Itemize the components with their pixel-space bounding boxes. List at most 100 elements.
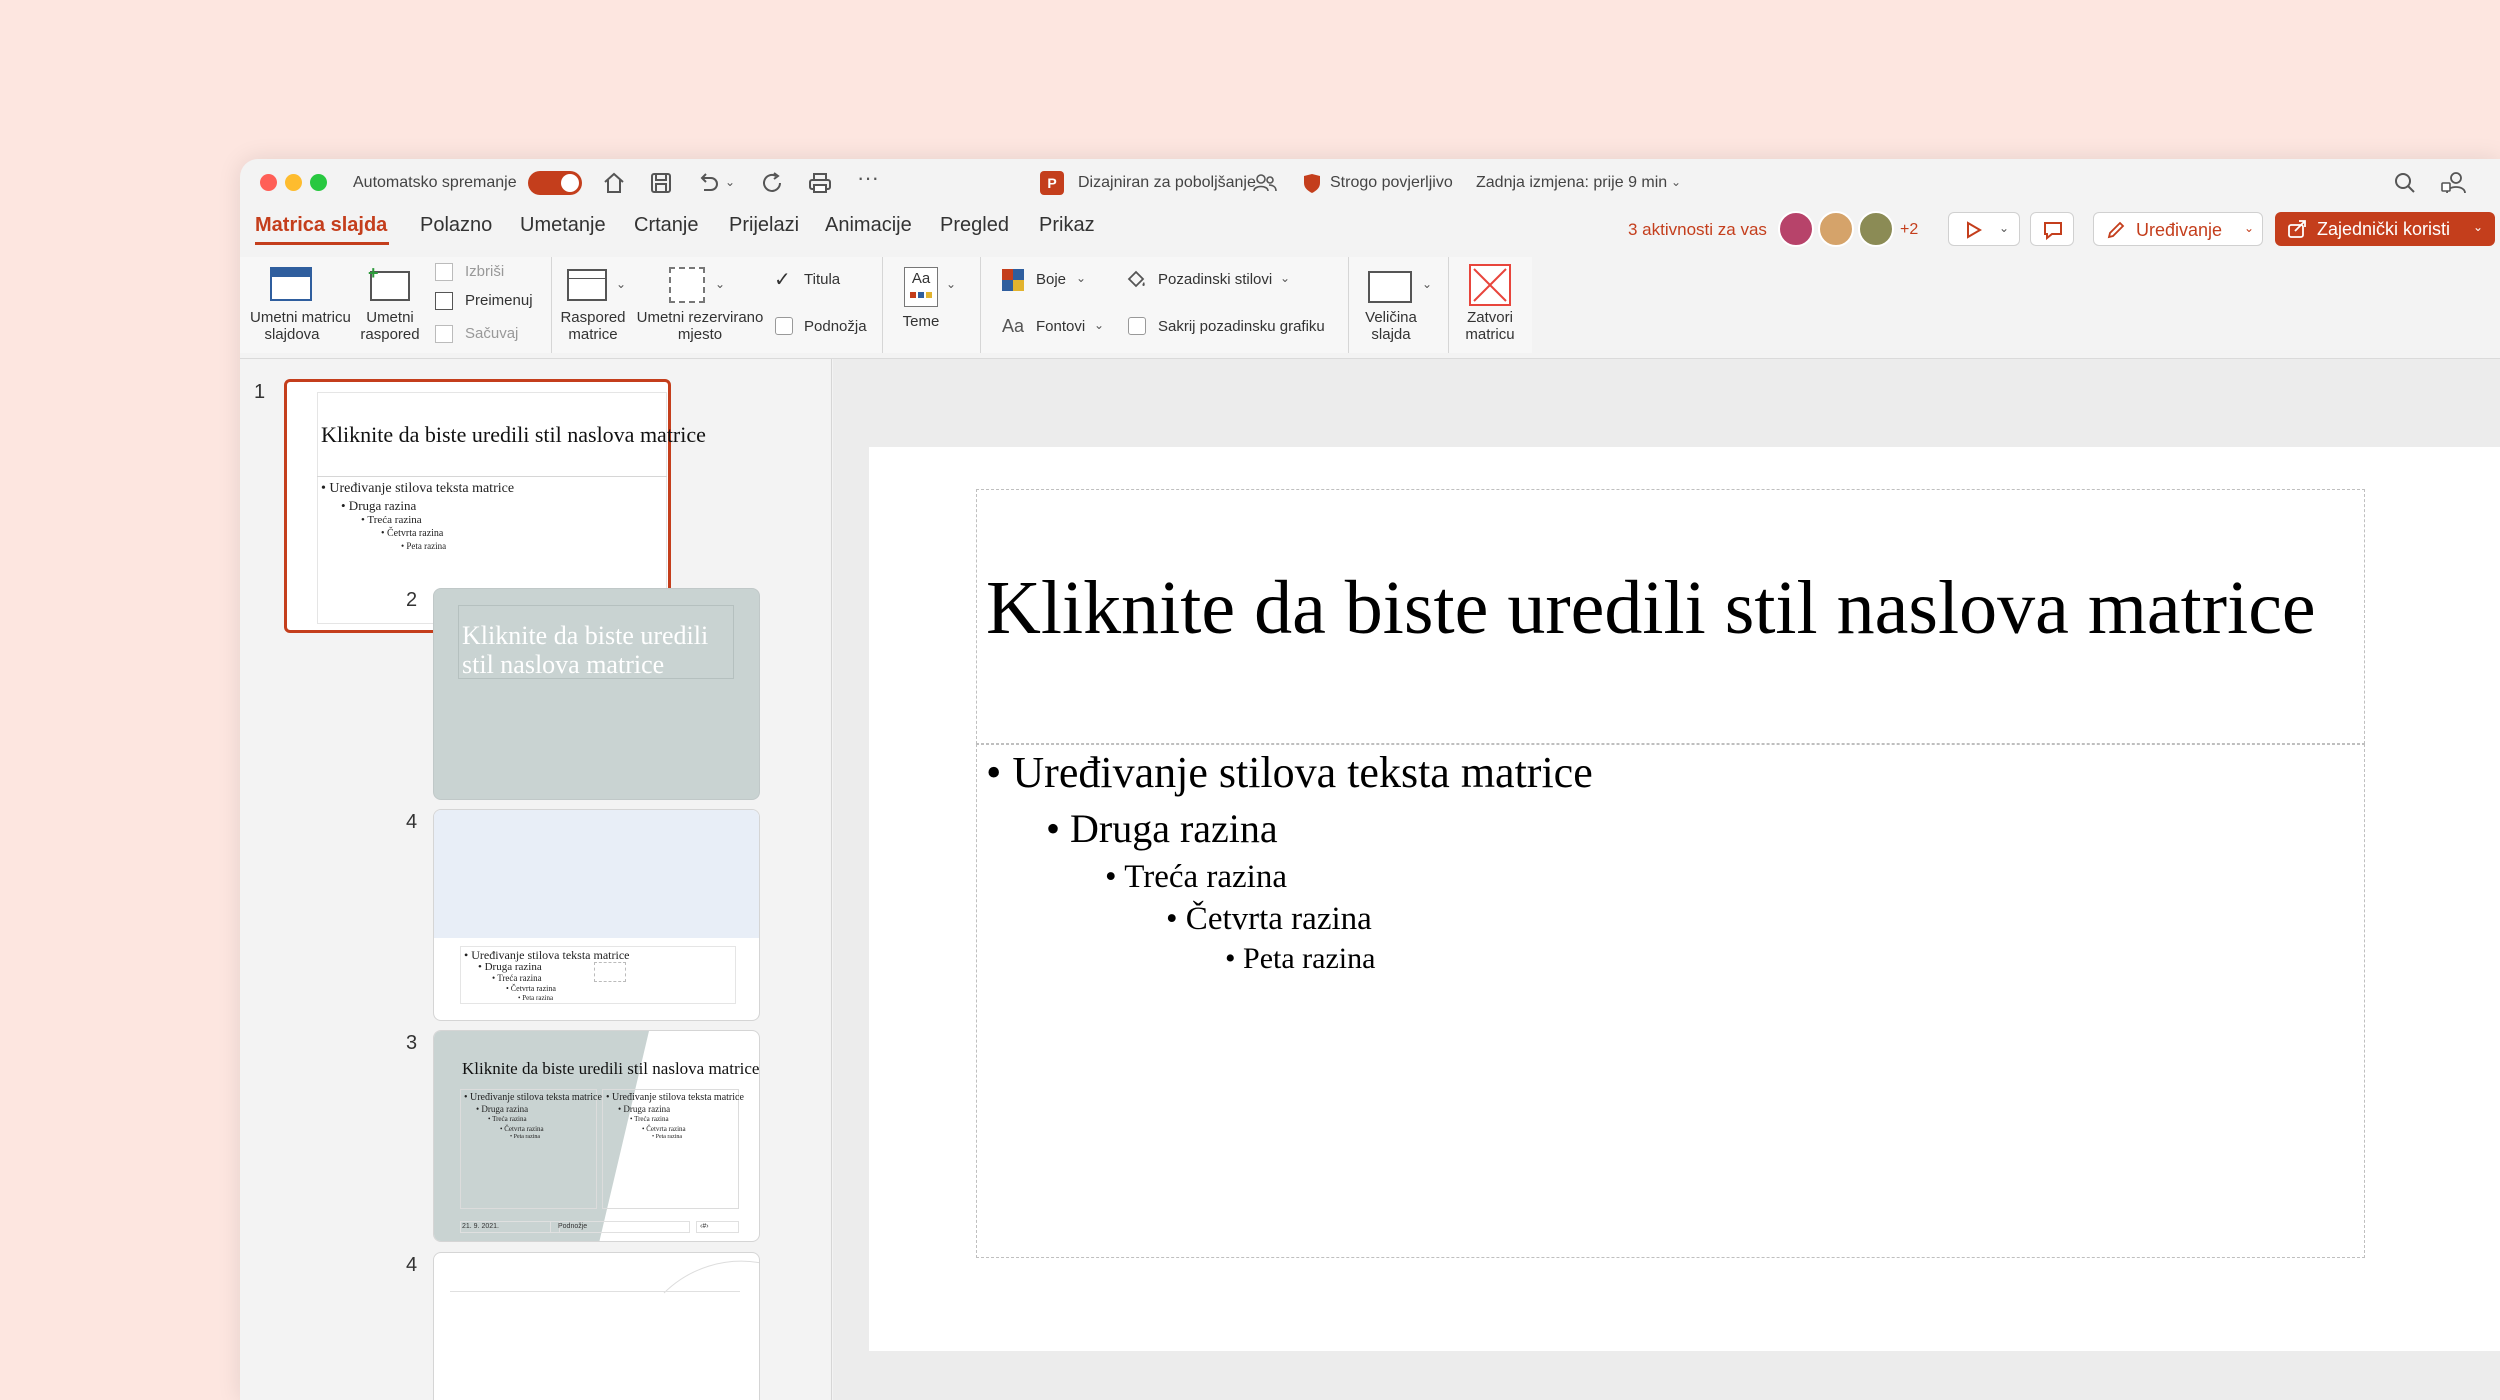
master-layout-button[interactable]: ⌄ Raspored matrice [560,261,640,351]
thumbnail-number: 3 [406,1032,418,1054]
insert-slide-master-label: Umetni matricu [250,309,351,326]
redo-icon[interactable] [760,170,786,196]
close-master-label-2: matricu [1465,326,1515,343]
slide[interactable]: Kliknite da biste uredili stil naslova m… [869,447,2500,1351]
more-options-icon[interactable]: ··· [857,165,879,191]
bullet-level-5[interactable]: • Peta razina [1225,942,1375,976]
thumbnail-footer: Podnožje [558,1223,588,1230]
rename-button[interactable]: Preimenuj [465,292,533,309]
print-icon[interactable] [807,170,833,196]
thumbnail-bullet-4: • Četvrta razina [642,1125,686,1133]
comments-button[interactable] [2030,212,2074,246]
chevron-down-icon[interactable]: ⌄ [1280,271,1290,285]
chevron-down-icon[interactable]: ⌄ [1094,318,1104,332]
insert-layout-button[interactable]: + Umetni raspored [360,261,420,351]
fonts-icon: Aa [1002,316,1025,336]
document-title[interactable]: Dizajniran za poboljšanje [1078,174,1256,192]
background-styles-button[interactable]: Pozadinski stilovi [1158,271,1272,288]
thumbnail-bullet-1: • Uređivanje stilova teksta matrice [321,481,515,496]
master-layout-label: Raspored [560,309,626,326]
minimize-window-button[interactable] [285,174,302,191]
thumbnail-bullet-5: • Peta razina [510,1134,541,1140]
thumbnail-bullet-2: • Druga razina [478,961,542,973]
save-icon[interactable] [648,170,674,196]
avatar[interactable] [1818,211,1854,247]
sensitivity-label[interactable]: Strogo povjerljivo [1330,174,1453,192]
search-icon[interactable] [2392,170,2418,196]
insert-placeholder-button[interactable]: ⌄ Umetni rezervirano mjesto [635,261,765,351]
share-button[interactable]: Zajednički koristi ⌄ [2275,212,2495,246]
master-layout-icon [567,269,607,301]
themes-button[interactable]: Aa ⌄ Teme [892,261,962,351]
avatar[interactable] [1778,211,1814,247]
account-settings-icon[interactable] [2440,169,2468,197]
pencil-icon [2107,221,2125,239]
editing-mode-button[interactable]: Uređivanje ⌄ [2093,212,2263,246]
last-modified-label[interactable]: Zadnja izmjena: prije 9 min [1476,174,1667,192]
insert-slide-master-label-2: slajdova [264,326,320,343]
fonts-button[interactable]: Fontovi [1036,318,1085,335]
bullet-level-2[interactable]: • Druga razina [1046,805,1278,852]
ribbon-separator [1448,257,1449,353]
present-button[interactable]: ⌄ [1948,212,2020,246]
tab-home[interactable]: Polazno [420,214,492,237]
undo-icon[interactable] [695,170,721,196]
bullet-level-1[interactable]: • Uređivanje stilova teksta matrice [986,747,1593,798]
thumbnail-bullet-3: • Treća razina [488,1115,527,1123]
rename-icon [435,292,453,310]
activity-label[interactable]: 3 aktivnosti za vas [1628,220,1767,240]
chevron-down-icon[interactable]: ⌄ [1076,271,1086,285]
tab-review[interactable]: Pregled [940,214,1009,237]
placeholder-icon [669,267,705,303]
thumbnail-date: 21. 9. 2021. [462,1223,499,1230]
thumbnail-bullet-1: • Uređivanje stilova teksta matrice [464,1092,602,1103]
undo-dropdown-chevron-icon[interactable]: ⌄ [725,175,735,189]
thumbnail-bullet-3: • Treća razina [630,1115,669,1123]
close-window-button[interactable] [260,174,277,191]
slide-thumbnails-pane[interactable]: 1 Kliknite da biste uredili stil naslova… [240,359,832,1400]
slide-editing-canvas[interactable]: Kliknite da biste uredili stil naslova m… [833,359,2500,1400]
thumbnail-title: Kliknite da biste uredili stil naslova m… [321,422,706,447]
delete-button[interactable]: Izbriši [465,263,504,280]
slide-size-label-2: slajda [1371,326,1411,343]
insert-slide-master-button[interactable]: Umetni matricu slajdova [250,261,351,351]
footers-checkbox[interactable] [775,317,793,335]
thumbnail-number: 1 [254,381,266,403]
paint-bucket-icon [1127,270,1145,288]
hide-background-checkbox[interactable] [1128,317,1146,335]
preserve-button[interactable]: Sačuvaj [465,325,518,342]
layout-thumbnail-blank[interactable] [433,1252,760,1400]
tab-transitions[interactable]: Prijelazi [729,214,799,237]
layout-thumbnail-content[interactable]: • Uređivanje stilova teksta matrice • Dr… [433,809,760,1021]
slide-size-button[interactable]: ⌄ Veličina slajda [1360,261,1440,351]
layout-thumbnail-two-content[interactable]: Kliknite da biste uredili stil naslova m… [433,1030,760,1242]
tab-draw[interactable]: Crtanje [634,214,698,237]
play-icon [1967,221,1982,239]
layout-thumbnail-title[interactable]: Kliknite da biste uredili stil naslova m… [433,588,760,800]
thumbnail-bullet-1: • Uređivanje stilova teksta matrice [606,1092,744,1103]
avatar[interactable] [1858,211,1894,247]
slide-title[interactable]: Kliknite da biste uredili stil naslova m… [986,565,2316,652]
tab-slide-master[interactable]: Matrica slajda [255,214,387,237]
autosave-toggle[interactable] [528,171,582,195]
colors-button[interactable]: Boje [1036,271,1066,288]
more-collaborators-count[interactable]: +2 [1900,221,1918,239]
close-master-label: Zatvori [1467,309,1513,326]
tab-view[interactable]: Prikaz [1039,214,1095,237]
thumbnail-bullet-2: • Druga razina [476,1104,529,1114]
title-dropdown-chevron-icon[interactable]: ⌄ [1671,175,1681,189]
bullet-level-3[interactable]: • Treća razina [1105,859,1287,896]
title-checkbox[interactable]: ✓ [774,267,791,292]
close-master-view-button[interactable]: Zatvori matricu [1458,261,1524,351]
tab-insert[interactable]: Umetanje [520,214,606,237]
active-tab-underline [255,242,389,245]
tab-animations[interactable]: Animacije [825,214,912,237]
hide-background-label: Sakrij pozadinsku grafiku [1158,318,1325,335]
zoom-window-button[interactable] [310,174,327,191]
master-layout-label-2: matrice [568,326,618,343]
home-icon[interactable] [601,170,627,196]
ribbon-separator [551,257,552,353]
thumbnail-number: 4 [406,811,418,833]
bullet-level-4[interactable]: • Četvrta razina [1166,901,1372,938]
thumbnail-divider [317,476,667,477]
